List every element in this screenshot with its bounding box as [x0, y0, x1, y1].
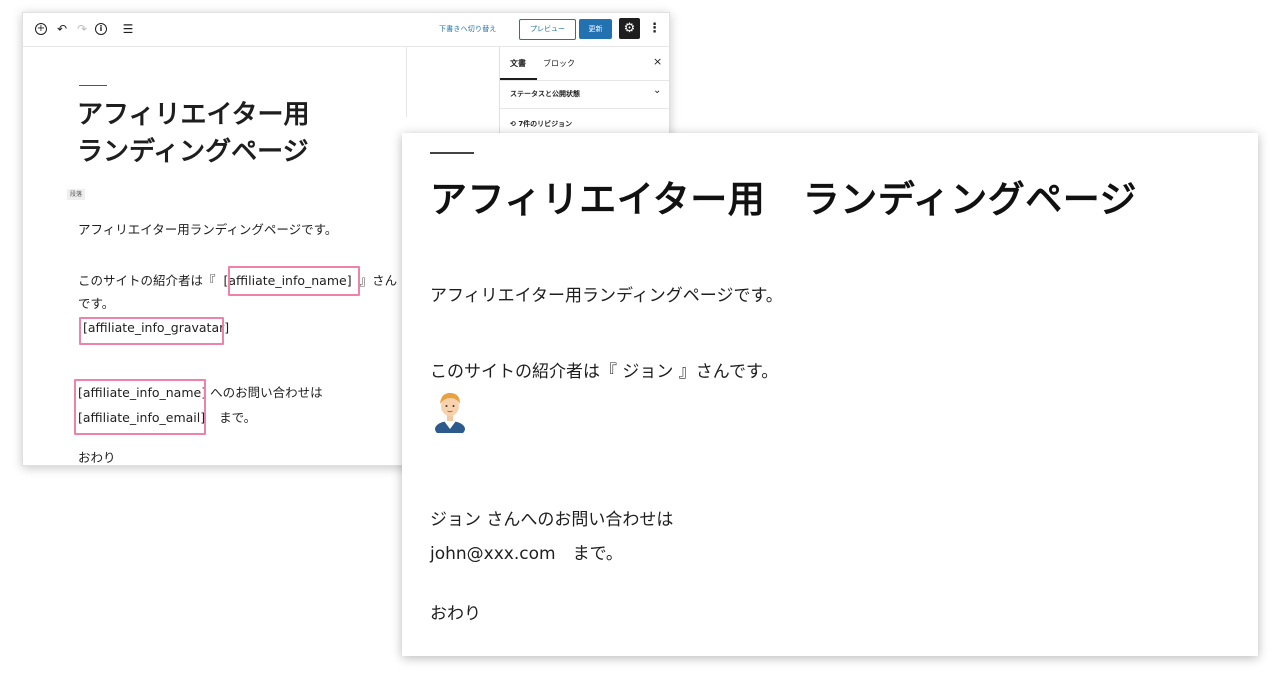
- editor-toolbar: + ↶ ↷ i ☰ 下書きへ切り替え プレビュー 更新 ⚙ ⋮: [23, 13, 669, 47]
- more-options-icon[interactable]: ⋮: [648, 20, 661, 38]
- highlight-shortcode-name: [228, 266, 360, 296]
- revisions-label: 7件のリビジョン: [518, 120, 573, 128]
- preview-paragraph-1: アフィリエイター用ランディングページです。: [430, 286, 783, 306]
- preview-title: アフィリエイター用 ランディングページ: [430, 178, 1137, 221]
- post-title-line2: ランディングページ: [77, 137, 309, 167]
- redo-icon[interactable]: ↷: [75, 22, 89, 36]
- contact-suffix: へのお問い合わせは: [210, 385, 323, 400]
- undo-icon[interactable]: ↶: [55, 22, 69, 36]
- block-type-label: 段落: [67, 189, 86, 200]
- post-title-line1: アフィリエイター用: [77, 100, 310, 130]
- contact-end: まで。: [219, 410, 257, 425]
- separator: [430, 152, 474, 154]
- tab-document[interactable]: 文書: [510, 58, 526, 69]
- preview-button[interactable]: プレビュー: [519, 19, 576, 40]
- preview-intro: このサイトの紹介者は『 ジョン 』さんです。: [430, 362, 779, 382]
- post-title[interactable]: アフィリエイター用 ランディングページ: [77, 97, 377, 171]
- intro-line2: です。: [78, 296, 115, 311]
- divider: [500, 108, 669, 109]
- info-icon[interactable]: i: [95, 23, 107, 35]
- settings-button[interactable]: ⚙: [619, 18, 640, 39]
- switch-to-draft-link[interactable]: 下書きへ切り替え: [439, 24, 497, 34]
- close-icon[interactable]: ×: [653, 55, 662, 68]
- add-block-icon[interactable]: +: [35, 23, 47, 35]
- intro-suffix: 』さん: [359, 273, 398, 288]
- divider: [500, 80, 669, 81]
- tab-block[interactable]: ブロック: [543, 58, 575, 69]
- preview-contact-line2: john@xxx.com まで。: [430, 544, 623, 564]
- avatar-icon: [435, 393, 465, 433]
- revisions-link[interactable]: ⟲ 7件のリビジョン: [510, 119, 572, 129]
- separator: [79, 85, 107, 86]
- status-visibility-panel[interactable]: ステータスと公開状態: [510, 89, 580, 99]
- list-view-icon[interactable]: ☰: [121, 22, 135, 36]
- highlight-contact-shortcodes: [74, 379, 206, 435]
- intro-prefix: このサイトの紹介者は『: [78, 273, 216, 288]
- preview-end: おわり: [430, 604, 481, 624]
- paragraph-block-end[interactable]: おわり: [78, 450, 116, 465]
- chevron-down-icon[interactable]: ⌄: [653, 85, 661, 96]
- page-preview: アフィリエイター用 ランディングページ アフィリエイター用ランディングページです…: [402, 133, 1258, 656]
- canvas-divider: [406, 47, 407, 117]
- paragraph-block-1[interactable]: アフィリエイター用ランディングページです。: [78, 222, 337, 238]
- preview-contact-line1: ジョン さんへのお問い合わせは: [430, 510, 674, 530]
- gear-icon: ⚙: [623, 21, 636, 36]
- highlight-shortcode-gravatar: [79, 317, 224, 345]
- update-button[interactable]: 更新: [579, 19, 612, 39]
